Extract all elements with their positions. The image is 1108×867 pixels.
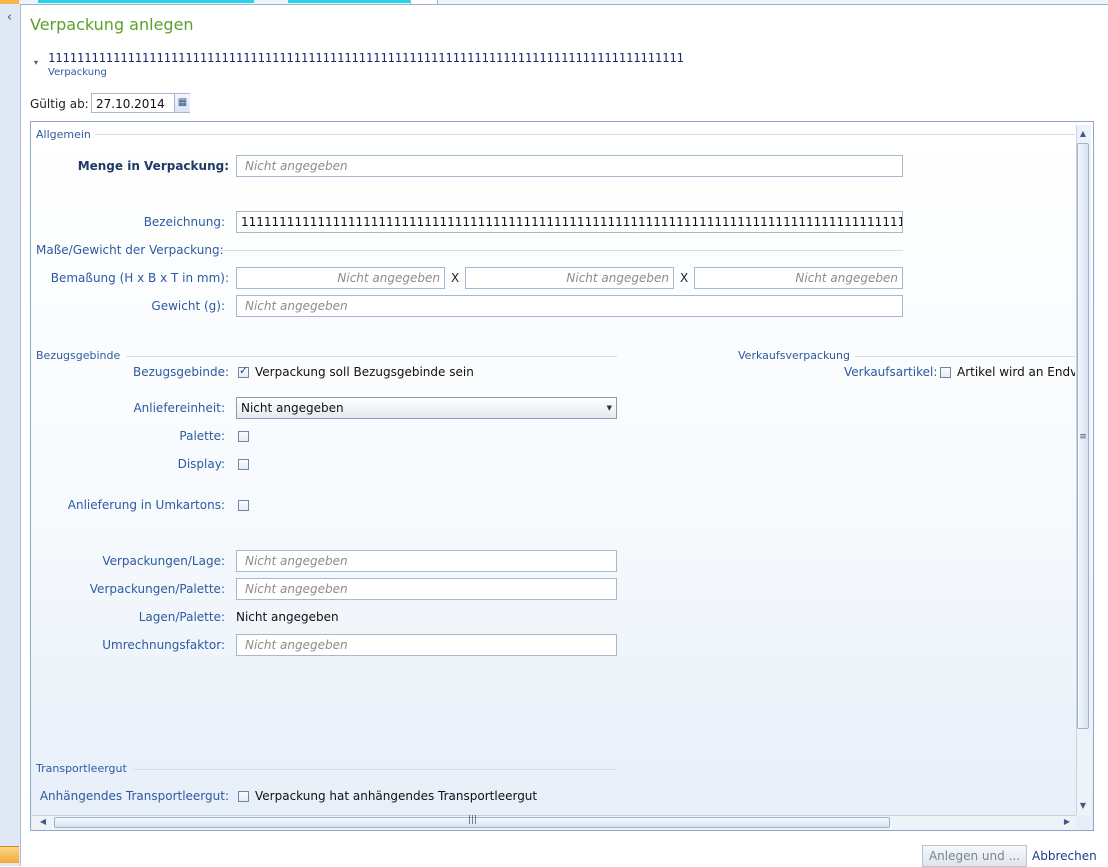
- form-panel: Allgemein Menge in Verpackung: Nicht ang…: [30, 121, 1094, 831]
- weight-label: Gewicht (g):: [151, 299, 225, 313]
- dimension-separator: X: [451, 271, 460, 285]
- delivery-unit-label: Anliefereinheit:: [133, 401, 225, 415]
- quantity-label: Menge in Verpackung:: [77, 159, 229, 173]
- sales-article-label: Verkaufsartikel:: [844, 365, 938, 379]
- chevron-down-icon: ▼: [606, 404, 612, 412]
- group-purchase-unit-label: Bezugsgebinde: [36, 349, 121, 362]
- transport-attached-checkbox-text[interactable]: Verpackung hat anhängendes Transportleer…: [255, 789, 537, 803]
- divider: [855, 356, 1075, 357]
- packaging-subtitle: Verpackung: [48, 67, 107, 78]
- cancel-link[interactable]: Abbrechen: [1032, 849, 1097, 863]
- purchase-unit-checkbox[interactable]: [238, 364, 249, 378]
- sales-article-checkbox-text[interactable]: Artikel wird an Endve: [957, 365, 1075, 379]
- calendar-icon[interactable]: ▦: [174, 94, 190, 112]
- create-and-button[interactable]: Anlegen und ...: [922, 845, 1027, 867]
- divider: [134, 769, 617, 770]
- page-title: Verpackung anlegen: [30, 15, 194, 34]
- outer-carton-checkbox[interactable]: [238, 500, 249, 511]
- conversion-input[interactable]: Nicht angegeben: [236, 634, 617, 656]
- height-input[interactable]: Nicht angegeben: [236, 267, 445, 289]
- sales-article-checkbox[interactable]: [940, 367, 951, 378]
- layers-per-pallet-value: Nicht angegeben: [236, 610, 339, 624]
- name-label: Bezeichnung:: [143, 215, 225, 229]
- grip-icon: |||: [468, 815, 478, 825]
- group-general-label: Allgemein: [36, 128, 91, 141]
- pallet-label: Palette:: [179, 429, 225, 443]
- per-pallet-input[interactable]: Nicht angegeben: [236, 578, 617, 600]
- depth-input[interactable]: Nicht angegeben: [694, 267, 903, 289]
- valid-from-value[interactable]: 27.10.2014: [96, 97, 165, 111]
- per-layer-input[interactable]: Nicht angegeben: [236, 550, 617, 572]
- outer-carton-label: Anlieferung in Umkartons:: [67, 498, 225, 512]
- per-pallet-label: Verpackungen/Palette:: [89, 582, 225, 596]
- scroll-up-icon[interactable]: ▲: [1076, 127, 1090, 141]
- tab-3[interactable]: [410, 0, 438, 4]
- layers-per-pallet-label: Lagen/Palette:: [138, 610, 225, 624]
- pallet-checkbox[interactable]: [238, 431, 249, 442]
- dimension-separator: X: [680, 271, 689, 285]
- quantity-input[interactable]: Nicht angegeben: [236, 155, 903, 177]
- side-collapse-strip: [0, 0, 21, 866]
- expand-arrow-icon[interactable]: ▾: [34, 58, 38, 67]
- delivery-unit-value: Nicht angegeben: [241, 401, 344, 415]
- side-tab-bottom[interactable]: [0, 846, 19, 863]
- tab-1[interactable]: [38, 0, 254, 3]
- side-tab-top[interactable]: [0, 0, 19, 4]
- tab-2[interactable]: [288, 0, 410, 3]
- display-checkbox[interactable]: [238, 459, 249, 470]
- valid-from-label: Gültig ab:: [30, 97, 89, 111]
- purchase-unit-checkbox-text[interactable]: Verpackung soll Bezugsgebinde sein: [255, 365, 474, 379]
- weight-input[interactable]: Nicht angegeben: [236, 295, 903, 317]
- grip-icon: ≡: [1079, 432, 1087, 442]
- group-dimensions-label: Maße/Gewicht der Verpackung:: [36, 243, 224, 257]
- scroll-right-icon[interactable]: ▶: [1060, 815, 1074, 829]
- chevron-left-icon[interactable]: ‹: [0, 6, 19, 30]
- conversion-label: Umrechnungsfaktor:: [102, 638, 225, 652]
- display-label: Display:: [177, 457, 225, 471]
- packaging-name-heading: 1111111111111111111111111111111111111111…: [48, 51, 684, 65]
- transport-attached-checkbox[interactable]: [238, 791, 249, 802]
- per-layer-label: Verpackungen/Lage:: [102, 554, 225, 568]
- scroll-down-icon[interactable]: ▼: [1076, 799, 1090, 813]
- size-label: Bemaßung (H x B x T in mm):: [50, 271, 229, 285]
- group-transport-label: Transportleergut: [36, 762, 127, 775]
- group-sales-packaging-label: Verkaufsverpackung: [738, 349, 850, 362]
- divider: [217, 250, 903, 251]
- divider: [126, 356, 617, 357]
- name-input[interactable]: 1111111111111111111111111111111111111111…: [236, 211, 903, 233]
- purchase-unit-label: Bezugsgebinde:: [133, 365, 229, 379]
- scroll-left-icon[interactable]: ◀: [36, 815, 50, 829]
- delivery-unit-select[interactable]: Nicht angegeben ▼: [236, 397, 617, 419]
- width-input[interactable]: Nicht angegeben: [465, 267, 674, 289]
- transport-attached-label: Anhängendes Transportleergut:: [39, 789, 229, 803]
- divider: [95, 134, 1075, 135]
